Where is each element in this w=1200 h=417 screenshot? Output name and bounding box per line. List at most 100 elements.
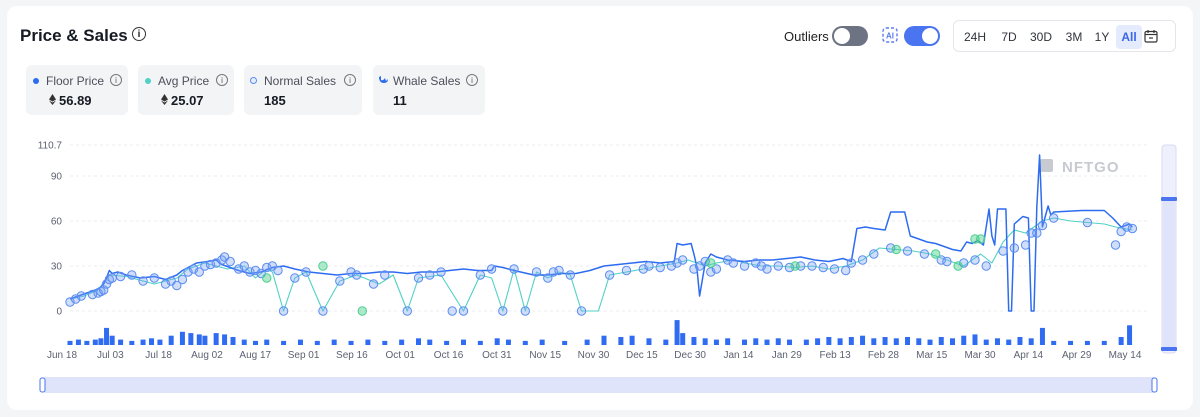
normal-sale-point [149, 273, 160, 283]
x-tick-label: Sep 16 [336, 350, 368, 361]
x-tick-label: Oct 31 [482, 350, 512, 361]
volume-bar [149, 338, 155, 345]
volume-bar [129, 340, 135, 345]
volume-bar [67, 340, 73, 345]
y-tick-label: 0 [56, 307, 62, 318]
horizontal-zoom-handle-left[interactable] [39, 377, 46, 393]
volume-bar [444, 340, 450, 345]
volume-bar [916, 338, 922, 345]
volume-bar [157, 339, 163, 345]
normal-sale-point [225, 256, 235, 267]
normal-sale-point [368, 279, 379, 289]
nftgo-watermark: NFTGO [1062, 159, 1120, 176]
normal-sale-point [1127, 223, 1138, 234]
x-tick-label: Apr 14 [1014, 350, 1044, 361]
volume-bar [118, 339, 124, 345]
volume-bar [281, 340, 287, 345]
normal-sale-point [818, 262, 828, 273]
volume-bar [348, 340, 354, 345]
volume-bar [601, 335, 607, 345]
normal-sale-point [498, 306, 508, 316]
volume-bar [297, 339, 303, 345]
x-tick-label: Sep 01 [288, 350, 320, 361]
volume-bar [109, 335, 115, 345]
normal-sale-point [576, 306, 587, 316]
whale-sale-point [357, 306, 367, 316]
normal-sale-point [1037, 220, 1048, 231]
normal-sale-point [807, 261, 817, 271]
normal-sale-point [841, 265, 851, 276]
floor-price-line [69, 154, 1133, 312]
volume-bar [75, 339, 81, 345]
normal-sale-point [942, 256, 952, 267]
volume-bar [826, 337, 832, 345]
volume-bar [213, 333, 219, 345]
volume-bar [871, 338, 877, 345]
volume-bar [92, 339, 98, 345]
x-tick-label: Feb 28 [868, 350, 900, 361]
volume-bar [84, 340, 90, 345]
normal-sale-point [107, 273, 117, 283]
normal-sale-point [425, 270, 435, 280]
volume-bar [938, 337, 944, 345]
normal-sale-point [857, 255, 868, 265]
vertical-zoom-selection[interactable] [1163, 200, 1175, 350]
normal-sale-point [773, 261, 783, 271]
normal-sale-point [413, 273, 424, 283]
normal-sale-point [273, 265, 283, 276]
normal-sale-point [998, 246, 1008, 256]
volume-bar [742, 339, 748, 345]
volume-bar [713, 339, 719, 345]
volume-bar [460, 339, 466, 345]
normal-sale-point [1048, 213, 1059, 223]
volume-bar [848, 337, 854, 345]
normal-sale-point [1082, 217, 1093, 228]
x-tick-label: Apr 29 [1062, 350, 1092, 361]
volume-bar [168, 335, 174, 345]
volume-bar [1101, 340, 1107, 345]
volume-bar [427, 339, 433, 345]
vertical-zoom-handle-top[interactable] [1161, 197, 1177, 201]
normal-sale-point [970, 255, 980, 265]
volume-bar [477, 340, 483, 345]
volume-bar [764, 339, 770, 345]
volume-bar [629, 335, 635, 345]
volume-bar [618, 337, 624, 345]
normal-sale-point [278, 306, 289, 316]
x-tick-label: Aug 17 [239, 350, 271, 361]
volume-bar [399, 339, 405, 345]
normal-sale-point [486, 264, 497, 274]
volume-bar [702, 338, 708, 345]
normal-sale-point [728, 258, 738, 268]
normal-sale-point [1009, 243, 1020, 253]
normal-sale-point [1020, 240, 1031, 250]
volume-bar [222, 334, 228, 345]
normal-sale-point [739, 261, 750, 271]
volume-bar [775, 338, 781, 345]
x-tick-label: Oct 16 [434, 350, 464, 361]
x-tick-label: May 14 [1109, 350, 1142, 361]
volume-bar [365, 339, 371, 345]
volume-bar [725, 338, 731, 345]
horizontal-zoom-handle-right[interactable] [1151, 377, 1158, 393]
horizontal-zoom-track[interactable] [42, 377, 1156, 393]
normal-sale-point [762, 264, 772, 274]
volume-bar [230, 337, 236, 345]
whale-sale-point [953, 261, 963, 271]
y-tick-label: 90 [51, 172, 63, 183]
vertical-zoom-handle-bottom[interactable] [1161, 347, 1177, 351]
normal-sale-point [919, 249, 930, 259]
volume-bar [1051, 340, 1057, 345]
x-tick-label: Jul 03 [97, 350, 124, 361]
volume-bar [202, 335, 208, 345]
normal-sale-point [846, 258, 857, 268]
volume-bar [382, 340, 388, 345]
volume-bar [241, 339, 247, 345]
volume-bar [680, 333, 686, 345]
normal-sale-point [318, 306, 328, 316]
x-tick-label: Oct 01 [385, 350, 415, 361]
normal-sale-point [177, 274, 188, 285]
normal-sale-point [621, 265, 632, 276]
normal-sale-point [869, 249, 879, 259]
normal-sale-point [447, 306, 457, 316]
